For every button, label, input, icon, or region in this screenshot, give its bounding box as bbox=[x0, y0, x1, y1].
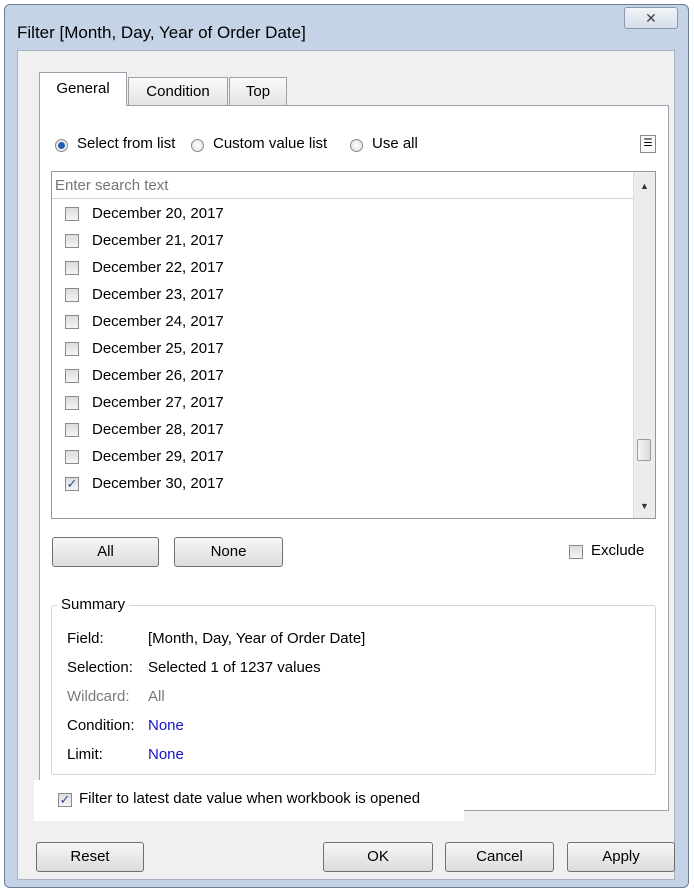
select-none-button-label: None bbox=[210, 543, 247, 560]
radio-use-all-label[interactable]: Use all bbox=[372, 135, 418, 152]
summary-field-value: [Month, Day, Year of Order Date] bbox=[148, 630, 366, 647]
list-item-label: December 29, 2017 bbox=[92, 448, 224, 465]
select-all-button[interactable]: All bbox=[52, 537, 159, 567]
list-menu-button[interactable]: ☰ bbox=[640, 135, 656, 153]
cancel-button[interactable]: Cancel bbox=[445, 842, 554, 872]
summary-limit-link[interactable]: None bbox=[148, 746, 184, 763]
close-icon: ✕ bbox=[645, 10, 657, 26]
list-item[interactable]: December 27, 2017 bbox=[52, 391, 627, 418]
tab-top-label: Top bbox=[245, 83, 271, 100]
radio-custom-value-list-label[interactable]: Custom value list bbox=[213, 135, 327, 152]
list-item-label: December 25, 2017 bbox=[92, 340, 224, 357]
reset-button[interactable]: Reset bbox=[36, 842, 144, 872]
select-all-button-label: All bbox=[97, 543, 114, 560]
tab-general-label: General bbox=[56, 80, 110, 97]
list-item[interactable]: December 29, 2017 bbox=[52, 445, 627, 472]
summary-selection-value: Selected 1 of 1237 values bbox=[148, 659, 321, 676]
ok-button[interactable]: OK bbox=[323, 842, 433, 872]
list-item[interactable]: December 20, 2017 bbox=[52, 202, 627, 229]
summary-title: Summary bbox=[57, 596, 130, 613]
list-item-checkbox[interactable] bbox=[65, 396, 79, 410]
select-none-button[interactable]: None bbox=[174, 537, 283, 567]
ok-button-label: OK bbox=[367, 848, 389, 865]
summary-selection-key: Selection: bbox=[67, 659, 133, 676]
list-item[interactable]: December 24, 2017 bbox=[52, 310, 627, 337]
list-item-checkbox-checked[interactable]: ✓ bbox=[65, 477, 79, 491]
list-item-selected[interactable]: ✓ December 30, 2017 bbox=[52, 472, 300, 503]
list-item-label: December 23, 2017 bbox=[92, 286, 224, 303]
list-item-checkbox[interactable] bbox=[65, 261, 79, 275]
list-item-label: December 27, 2017 bbox=[92, 394, 224, 411]
search-input[interactable] bbox=[52, 172, 655, 199]
latest-date-checkbox[interactable]: ✓ bbox=[58, 793, 72, 807]
latest-date-label[interactable]: Filter to latest date value when workboo… bbox=[79, 790, 420, 807]
list-item-checkbox[interactable] bbox=[65, 423, 79, 437]
list-item-label: December 28, 2017 bbox=[92, 421, 224, 438]
scrollbar-thumb[interactable] bbox=[637, 439, 651, 461]
list-item-checkbox[interactable] bbox=[65, 288, 79, 302]
list-item-label: December 24, 2017 bbox=[92, 313, 224, 330]
summary-limit-key: Limit: bbox=[67, 746, 103, 763]
list-item-checkbox[interactable] bbox=[65, 315, 79, 329]
radio-select-from-list-label[interactable]: Select from list bbox=[77, 135, 175, 152]
list-item-checkbox[interactable] bbox=[65, 207, 79, 221]
list-item-label: December 21, 2017 bbox=[92, 232, 224, 249]
tab-general[interactable]: General bbox=[39, 72, 127, 106]
summary-wildcard-key: Wildcard: bbox=[67, 688, 130, 705]
tab-condition-label: Condition bbox=[146, 83, 210, 100]
close-button[interactable]: ✕ bbox=[624, 7, 678, 29]
tab-top[interactable]: Top bbox=[229, 77, 287, 105]
summary-condition-key: Condition: bbox=[67, 717, 135, 734]
values-listbox: December 20, 2017 December 21, 2017 Dece… bbox=[51, 171, 656, 519]
list-item-label: December 30, 2017 bbox=[92, 475, 224, 492]
list-scrollbar[interactable]: ▲ ▼ bbox=[633, 172, 655, 518]
radio-custom-value-list[interactable] bbox=[191, 139, 204, 152]
apply-button[interactable]: Apply bbox=[567, 842, 675, 872]
summary-field-key: Field: bbox=[67, 630, 104, 647]
list-item-checkbox[interactable] bbox=[65, 450, 79, 464]
cancel-button-label: Cancel bbox=[476, 848, 523, 865]
reset-button-label: Reset bbox=[70, 848, 110, 865]
list-item-label: December 20, 2017 bbox=[92, 205, 224, 222]
exclude-label[interactable]: Exclude bbox=[591, 542, 644, 559]
tab-condition[interactable]: Condition bbox=[128, 77, 228, 105]
exclude-checkbox[interactable] bbox=[569, 545, 583, 559]
list-item-label: December 22, 2017 bbox=[92, 259, 224, 276]
dialog-title: Filter [Month, Day, Year of Order Date] bbox=[17, 23, 306, 42]
scroll-up-arrow-icon[interactable]: ▲ bbox=[634, 176, 655, 196]
apply-button-label: Apply bbox=[602, 848, 640, 865]
summary-wildcard-value: All bbox=[148, 688, 165, 705]
list-item[interactable]: December 21, 2017 bbox=[52, 229, 627, 256]
list-menu-icon: ☰ bbox=[643, 138, 653, 149]
list-item-checkbox[interactable] bbox=[65, 369, 79, 383]
title-bar: Filter [Month, Day, Year of Order Date] … bbox=[5, 5, 688, 53]
list-item[interactable]: December 23, 2017 bbox=[52, 283, 627, 310]
list-item-label: December 26, 2017 bbox=[92, 367, 224, 384]
list-item-checkbox[interactable] bbox=[65, 342, 79, 356]
list-item-checkbox[interactable] bbox=[65, 234, 79, 248]
summary-condition-link[interactable]: None bbox=[148, 717, 184, 734]
list-item[interactable]: December 22, 2017 bbox=[52, 256, 627, 283]
radio-use-all[interactable] bbox=[350, 139, 363, 152]
list-item[interactable]: December 26, 2017 bbox=[52, 364, 627, 391]
scroll-down-arrow-icon[interactable]: ▼ bbox=[634, 496, 655, 516]
list-item[interactable]: December 25, 2017 bbox=[52, 337, 627, 364]
radio-select-from-list[interactable] bbox=[55, 139, 68, 152]
values-list: December 20, 2017 December 21, 2017 Dece… bbox=[52, 202, 627, 503]
list-item[interactable]: December 28, 2017 bbox=[52, 418, 627, 445]
